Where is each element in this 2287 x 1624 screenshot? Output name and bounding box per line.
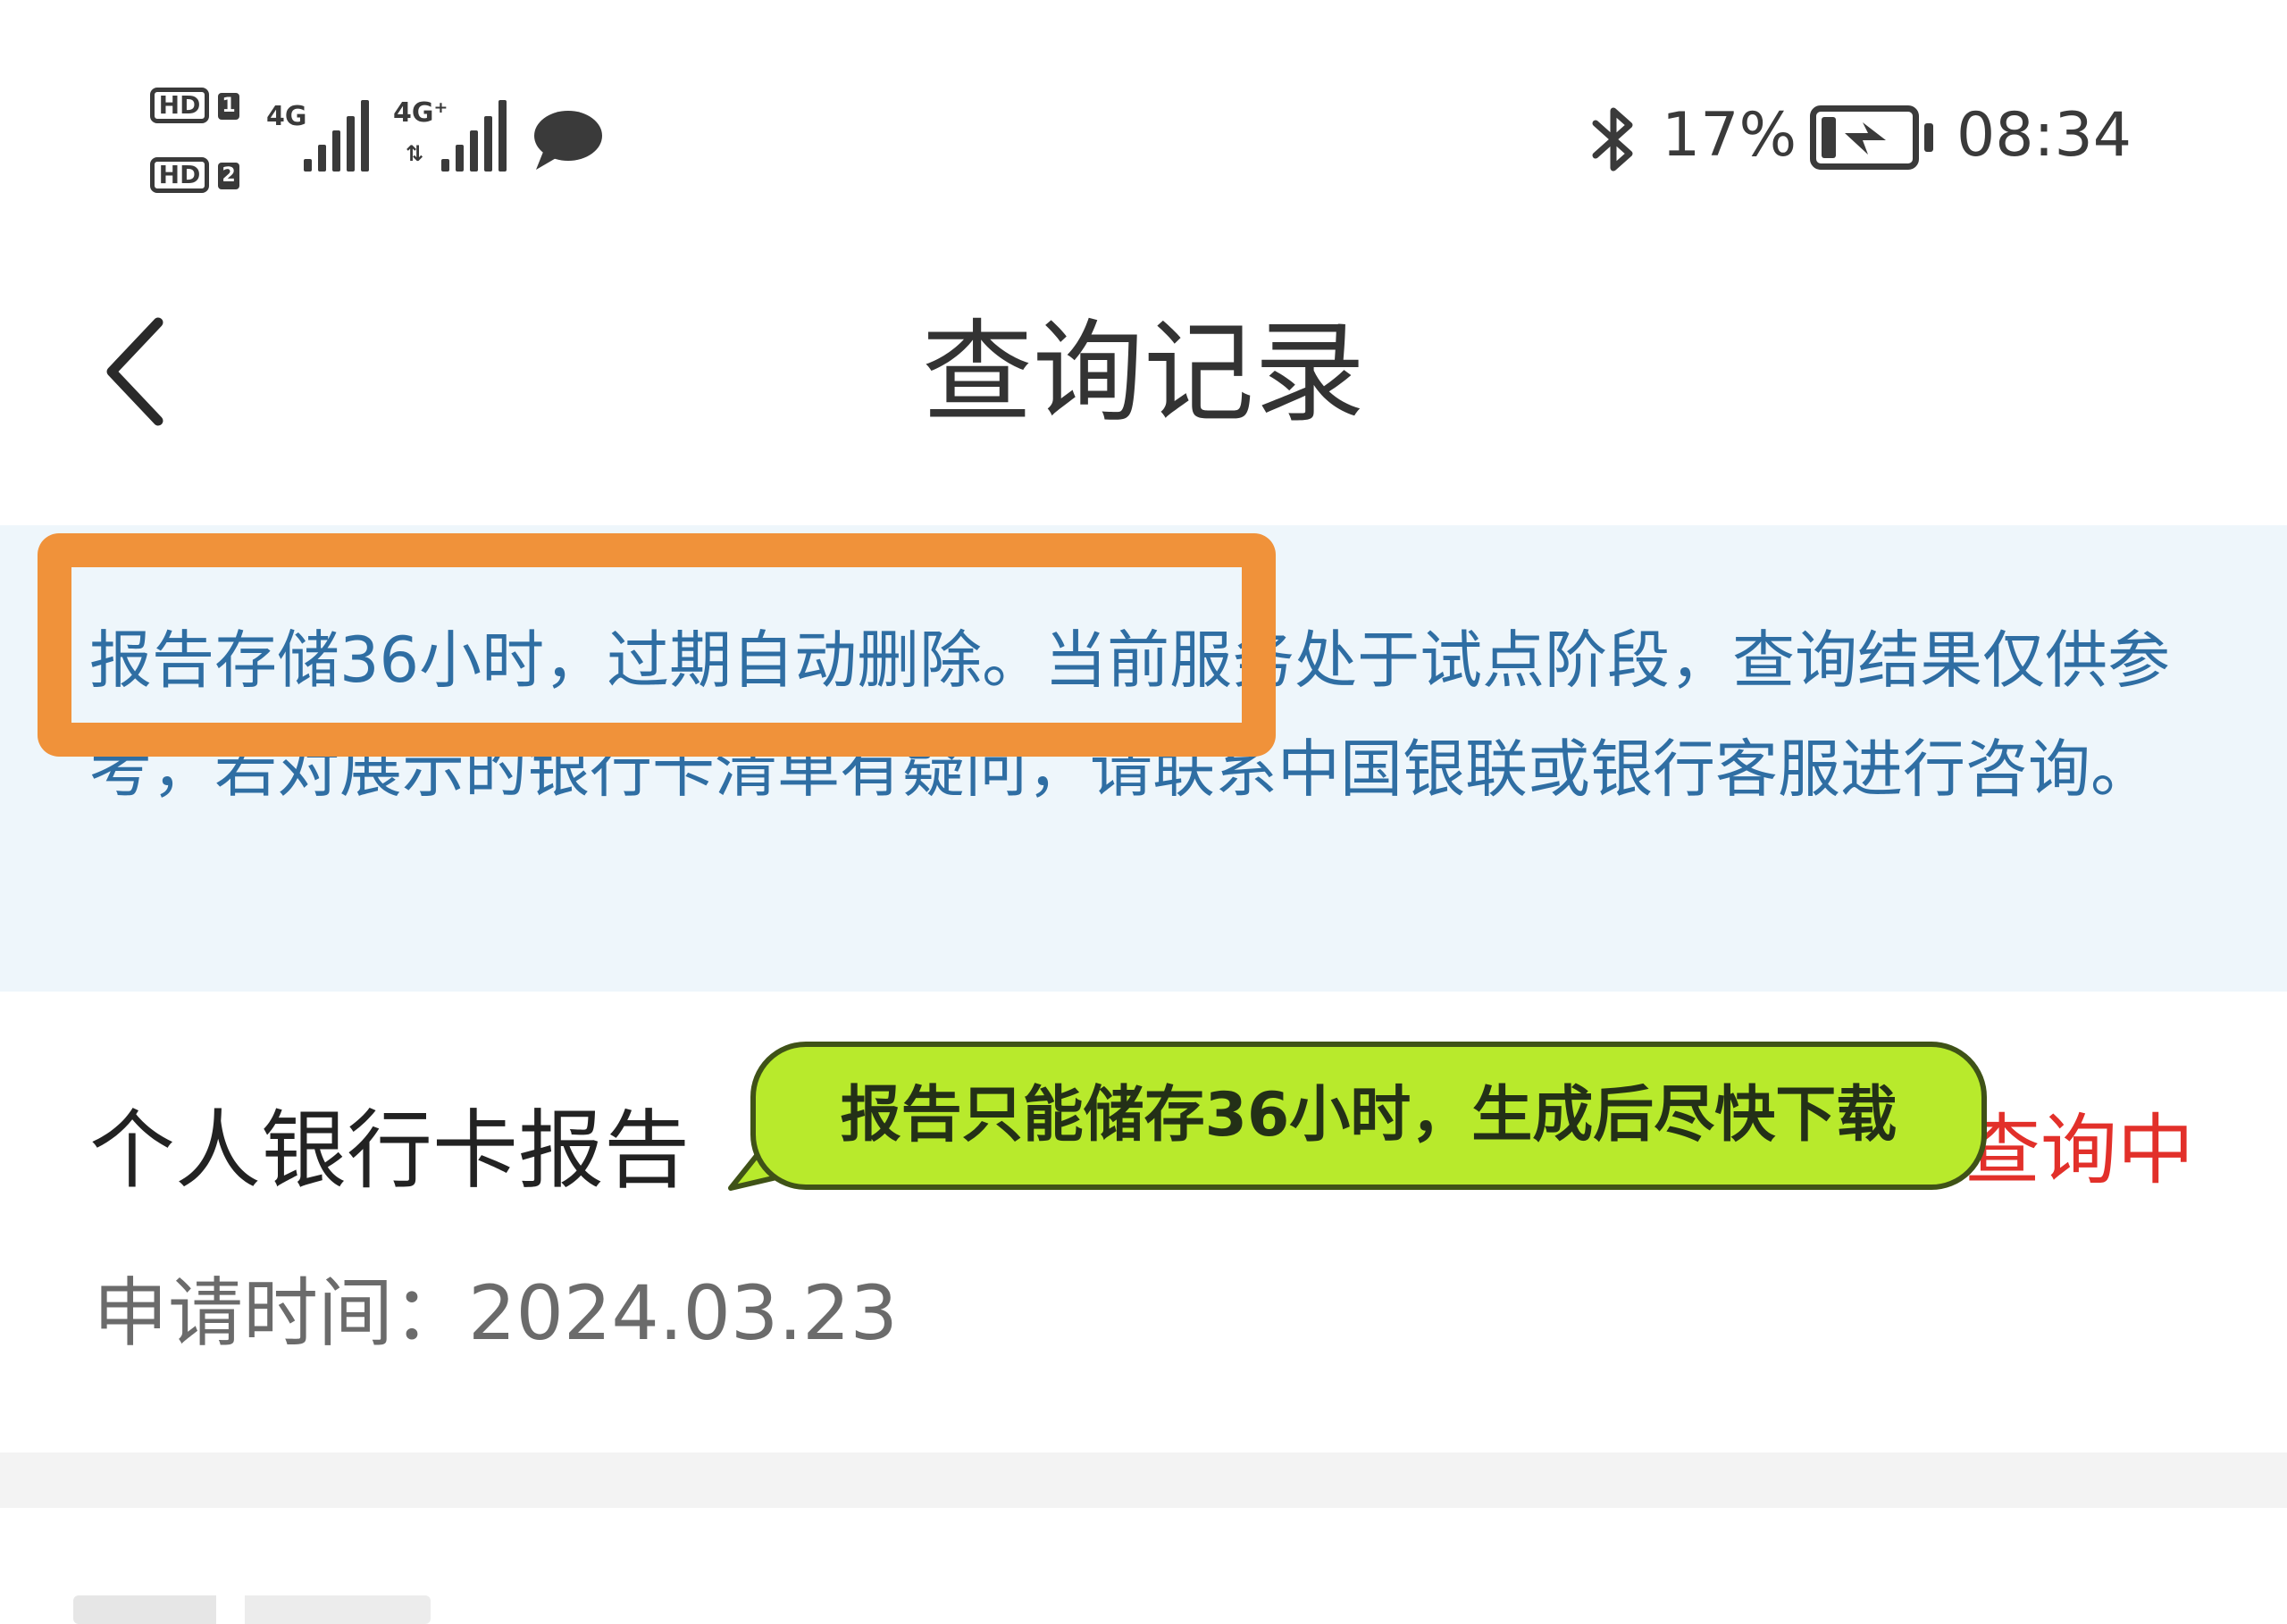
battery-tip bbox=[1924, 123, 1933, 152]
apply-time: 申请时间：2024.03.23 bbox=[93, 1269, 898, 1357]
charging-icon bbox=[1845, 122, 1886, 155]
annotation-callout: 报告只能储存36小时，生成后尽快下载 bbox=[750, 1042, 1987, 1190]
section-divider bbox=[0, 1452, 2287, 1508]
chevron-left-icon bbox=[106, 317, 163, 426]
battery-percent: 17% bbox=[1662, 100, 1797, 171]
data-arrows-icon: ⇅ bbox=[406, 141, 424, 166]
signal-strength-2-icon bbox=[441, 98, 513, 172]
navigation-bar: 查询记录 bbox=[0, 268, 2287, 482]
signal-strength-1-icon bbox=[304, 98, 375, 172]
back-button[interactable] bbox=[86, 300, 184, 443]
bluetooth-icon bbox=[1592, 107, 1633, 172]
battery-level-fill bbox=[1822, 117, 1836, 158]
clock: 08:34 bbox=[1956, 100, 2132, 171]
status-bar: HD 1 HD 2 4G 4G⁺ ⇅ 17% 08:34 bbox=[0, 0, 2287, 214]
hd-badge-sim1: HD bbox=[150, 88, 209, 123]
highlight-box bbox=[38, 533, 1276, 757]
battery-icon bbox=[1810, 105, 1919, 170]
network-type-1: 4G bbox=[266, 101, 307, 132]
callout-text: 报告只能储存36小时，生成后尽快下载 bbox=[840, 1080, 1897, 1151]
blurred-list-item bbox=[73, 1595, 431, 1624]
message-icon bbox=[534, 111, 602, 170]
page-title: 查询记录 bbox=[921, 309, 1365, 438]
hd-badge-sim2: HD bbox=[150, 157, 209, 193]
sim2-number: 2 bbox=[218, 163, 239, 189]
report-title: 个人银行卡报告 bbox=[89, 1101, 690, 1201]
status-badge: 查询中 bbox=[1964, 1106, 2194, 1195]
sim-indicators: HD 1 HD 2 bbox=[150, 86, 248, 202]
network-type-2: 4G⁺ bbox=[393, 97, 448, 129]
sim1-number: 1 bbox=[218, 93, 239, 120]
